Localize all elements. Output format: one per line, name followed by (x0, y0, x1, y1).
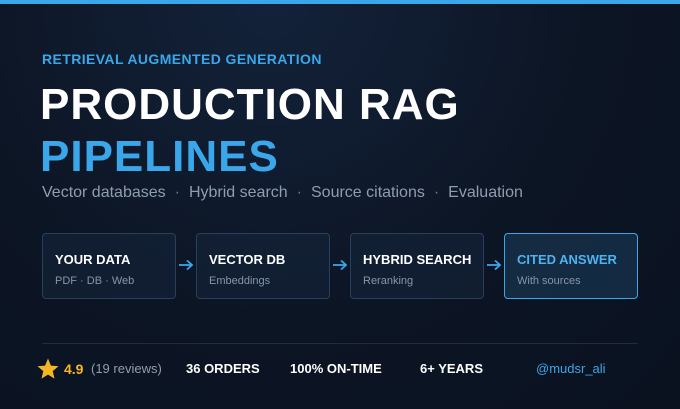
step-subtitle: PDF · DB · Web (55, 275, 135, 287)
arrow-right-icon (333, 259, 348, 271)
feature-item: Evaluation (448, 184, 523, 201)
pipeline-step-your-data: YOUR DATA PDF · DB · Web (42, 233, 176, 299)
pipeline-step-hybrid-search: HYBRID SEARCH Reranking (350, 233, 484, 299)
headline-line-2: PIPELINES (40, 132, 279, 181)
review-count: (19 reviews) (91, 361, 162, 376)
years-stat: 6+ YEARS (420, 361, 483, 376)
pipeline-step-cited-answer: CITED ANSWER With sources (504, 233, 638, 299)
feature-list: Vector databases · Hybrid search · Source ci… (42, 184, 523, 202)
step-title: VECTOR DB (209, 252, 286, 267)
step-title: YOUR DATA (55, 252, 131, 267)
step-subtitle: Embeddings (209, 275, 271, 287)
feature-separator: · (296, 184, 302, 201)
step-subtitle: Reranking (363, 275, 414, 287)
on-time-stat: 100% ON-TIME (290, 361, 382, 376)
feature-item: Hybrid search (188, 184, 288, 201)
gig-banner: RETRIEVAL AUGMENTED GENERATION PRODUCTIO… (0, 0, 680, 409)
pipeline-diagram: YOUR DATA PDF · DB · Web VECTOR DB Embed… (42, 233, 638, 299)
seller-handle-link[interactable]: @mudsr_ali (536, 361, 606, 376)
rating-value: 4.9 (64, 361, 84, 377)
feature-separator: · (433, 184, 440, 201)
step-title: HYBRID SEARCH (363, 252, 472, 267)
feature-item: Vector databases (42, 184, 166, 201)
pipeline-step-vector-db: VECTOR DB Embeddings (196, 233, 330, 299)
accent-top-bar (0, 0, 680, 4)
eyebrow-label: RETRIEVAL AUGMENTED GENERATION (42, 51, 322, 67)
feature-separator: · (174, 184, 180, 201)
arrow-right-icon (179, 259, 194, 271)
step-subtitle: With sources (517, 275, 581, 287)
divider (42, 343, 638, 344)
headline-line-1: PRODUCTION RAG (40, 80, 460, 129)
feature-item: Source citations (311, 184, 425, 201)
star-icon (37, 358, 59, 379)
arrow-right-icon (487, 259, 502, 271)
stats-bar: 4.9 (19 reviews) 36 ORDERS 100% ON-TIME … (0, 355, 680, 383)
step-title: CITED ANSWER (517, 252, 617, 267)
orders-stat: 36 ORDERS (186, 361, 260, 376)
